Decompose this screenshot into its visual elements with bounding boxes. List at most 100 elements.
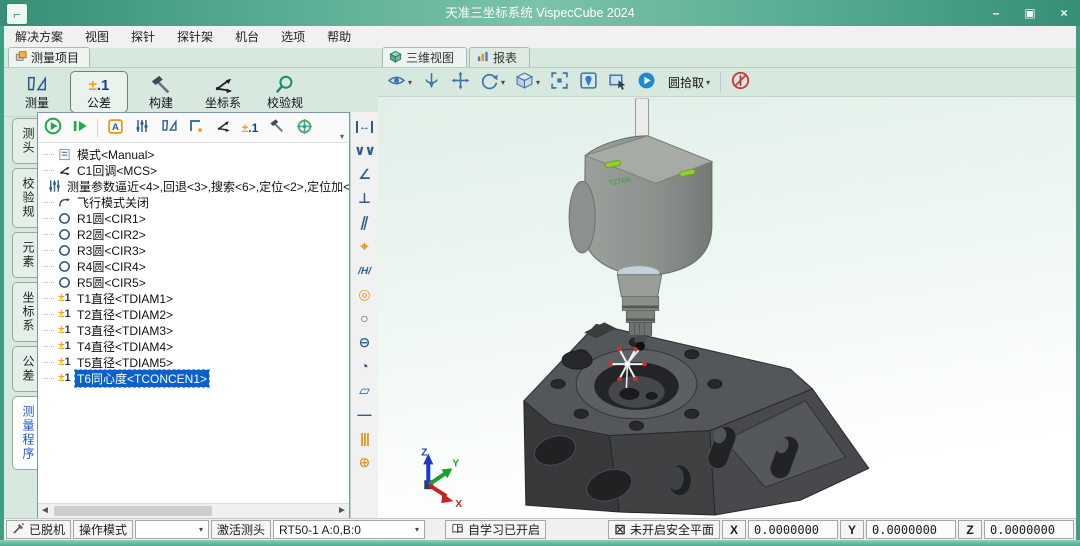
dim-icon: ±1: [57, 339, 72, 354]
safety-plane-icon: ⊠: [614, 522, 626, 537]
axis-z-label: Z: [421, 448, 427, 459]
measure-small-icon[interactable]: [157, 116, 181, 140]
position-icon[interactable]: ⌖: [353, 234, 377, 258]
restore-button[interactable]: ▣: [1022, 6, 1038, 20]
menu-item[interactable]: 探针: [120, 26, 166, 48]
tolerance-small-icon[interactable]: ±.1: [238, 116, 262, 140]
gauge-icon: [273, 74, 297, 96]
close-button[interactable]: ×: [1056, 6, 1072, 20]
scroll-thumb[interactable]: [54, 506, 212, 516]
label-icon[interactable]: A: [103, 116, 127, 140]
side-tab-gauge[interactable]: 校验规: [12, 168, 37, 228]
flatness-icon[interactable]: ▱: [353, 378, 377, 402]
coordsys-ribbon-button[interactable]: 坐标系: [194, 71, 252, 113]
dim-icon: ±1: [57, 371, 72, 386]
pan-icon[interactable]: [448, 70, 473, 94]
scene-3d: TZTEK: [378, 98, 1076, 519]
angle-icon[interactable]: ∠: [353, 162, 377, 186]
mode-select[interactable]: ▾: [135, 520, 209, 539]
orbit-icon[interactable]: [419, 70, 444, 94]
parallelism-icon[interactable]: ∥: [353, 210, 377, 234]
play-icon[interactable]: [634, 70, 659, 94]
measure-ribbon-button[interactable]: 测量: [8, 71, 66, 113]
menu-item[interactable]: 视图: [74, 26, 120, 48]
tree-item[interactable]: 飞行模式关闭: [38, 194, 349, 210]
profile-icon[interactable]: /H/: [353, 258, 377, 282]
tree-item[interactable]: R4圆<CIR4>: [38, 258, 349, 274]
locate-icon[interactable]: [576, 70, 601, 94]
tree-item[interactable]: ±1 T3直径<TDIAM3>: [38, 322, 349, 338]
side-tab-coordsys[interactable]: 坐标系: [12, 282, 37, 342]
spin-icon[interactable]: ▾: [477, 70, 508, 94]
viewport-3d[interactable]: TZTEK: [378, 97, 1076, 519]
tab-3d-view[interactable]: 三维视图: [382, 47, 467, 67]
tree-item[interactable]: ±1 T6同心度<TCONCEN1>: [38, 370, 349, 386]
minimize-button[interactable]: –: [988, 6, 1004, 20]
step-run-icon[interactable]: [68, 116, 92, 140]
perpendicularity-icon[interactable]: ⊥: [353, 186, 377, 210]
runout-icon[interactable]: ◔: [353, 354, 377, 378]
side-tab-program[interactable]: 测量程序: [12, 396, 37, 470]
construct-ribbon-button[interactable]: 构建: [132, 71, 190, 113]
tree-item[interactable]: R2圆<CIR2>: [38, 226, 349, 242]
tree-item[interactable]: 测量参数逼近<4>,回退<3>,搜索<6>,定位<2>,定位加<2>,测: [38, 178, 349, 194]
circle-pick-dropdown[interactable]: 圆拾取 ▾: [663, 70, 713, 94]
symmetry-icon[interactable]: |||: [353, 426, 377, 450]
menu-item[interactable]: 帮助: [316, 26, 362, 48]
concentricity-icon[interactable]: ◎: [353, 282, 377, 306]
menu-item[interactable]: 机台: [224, 26, 270, 48]
tab-measure-project[interactable]: 测量项目: [8, 47, 90, 67]
tree-item[interactable]: C1回调<MCS>: [38, 162, 349, 178]
side-tab-tolerance[interactable]: 公差: [12, 346, 37, 392]
gauge-ribbon-button[interactable]: 校验规: [256, 71, 314, 113]
tab-report[interactable]: 报表: [469, 47, 530, 67]
run-icon[interactable]: [41, 116, 65, 140]
width-icon[interactable]: ↔: [353, 114, 377, 138]
view-eye-icon[interactable]: ▾: [384, 70, 415, 94]
straightness-icon[interactable]: —: [353, 402, 377, 426]
tree-item[interactable]: R3圆<CIR3>: [38, 242, 349, 258]
fit-icon[interactable]: [547, 70, 572, 94]
active-probe-select[interactable]: RT50-1 A:0,B:0▾: [273, 520, 425, 539]
menu-item[interactable]: 选项: [270, 26, 316, 48]
circularity-icon[interactable]: ○: [353, 306, 377, 330]
menu-item[interactable]: 探针架: [166, 26, 224, 48]
diameter-icon[interactable]: ⊖: [353, 330, 377, 354]
tree-item[interactable]: ±1 T5直径<TDIAM5>: [38, 354, 349, 370]
tree-item[interactable]: ±1 T1直径<TDIAM1>: [38, 290, 349, 306]
coordsys-small-icon[interactable]: [211, 116, 235, 140]
main-content: 测量项目 测量 ±.1 公差: [4, 48, 1076, 519]
probe-stop-icon[interactable]: [728, 70, 753, 94]
composite-position-icon[interactable]: ⊕: [353, 450, 377, 474]
scroll-right-icon[interactable]: ►: [335, 504, 349, 518]
cube-icon[interactable]: ▾: [512, 70, 543, 94]
run-icon: [44, 117, 62, 138]
side-tab-probe[interactable]: 测头: [12, 118, 37, 164]
tree-item[interactable]: ±1 T4直径<TDIAM4>: [38, 338, 349, 354]
perpendicularity-icon: ⊥: [358, 191, 371, 206]
hammer-small-icon[interactable]: [265, 116, 289, 140]
tree-item[interactable]: R5圆<CIR5>: [38, 274, 349, 290]
flatness-icon: ▱: [359, 383, 370, 398]
straightness-icon: —: [358, 407, 372, 422]
menu-item[interactable]: 解决方案: [4, 26, 74, 48]
angularity-icon[interactable]: ∨∨: [353, 138, 377, 162]
tree-item[interactable]: 模式<Manual>: [38, 146, 349, 162]
horizontal-scrollbar[interactable]: ◄ ►: [38, 503, 349, 518]
probe-stop-icon: [731, 71, 750, 93]
tolerance-ribbon-button[interactable]: ±.1 公差: [70, 71, 128, 113]
tree-item[interactable]: R1圆<CIR1>: [38, 210, 349, 226]
toolbar-overflow-button[interactable]: ▾: [337, 133, 347, 141]
corner-icon[interactable]: [184, 116, 208, 140]
tree-toolbar: ▾ A: [38, 113, 349, 143]
self-learn-icon: [451, 522, 464, 538]
side-tab-element[interactable]: 元素: [12, 232, 37, 278]
scroll-left-icon[interactable]: ◄: [38, 504, 52, 518]
status-bar: 已脱机 操作模式 ▾ 激活测头 RT50-1 A:0,B:0▾ 自学习已开启 ⊠…: [4, 518, 1076, 540]
tree-item[interactable]: ±1 T2直径<TDIAM2>: [38, 306, 349, 322]
params-icon[interactable]: [130, 116, 154, 140]
dim-icon: ±1: [57, 291, 72, 306]
align-icon[interactable]: [292, 116, 316, 140]
composite-position-icon: ⊕: [359, 455, 371, 470]
select-window-icon[interactable]: [605, 70, 630, 94]
